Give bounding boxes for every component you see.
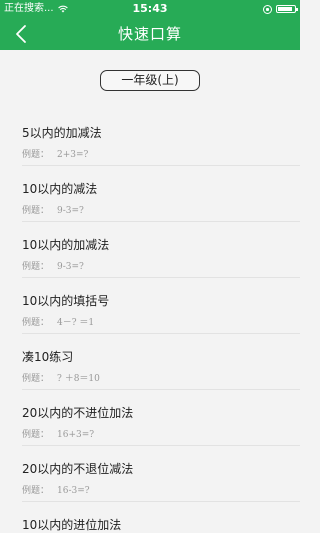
battery-fill bbox=[278, 7, 293, 11]
exercise-title: 10以内的加减法 bbox=[22, 238, 110, 252]
example-value: 16+3=? bbox=[57, 430, 95, 440]
example-value: 16-3=? bbox=[57, 486, 90, 496]
nav-bar: 快速口算 bbox=[0, 18, 300, 50]
exercise-example: 例题： 9-3=? bbox=[22, 259, 84, 272]
example-label: 例题： bbox=[22, 150, 50, 160]
example-label: 例题： bbox=[22, 486, 50, 496]
grade-area: 一年级(上) bbox=[0, 50, 300, 110]
status-time: 15:43 bbox=[132, 2, 168, 15]
list-item[interactable]: 5以内的加减法例题： 2+3=? bbox=[22, 110, 300, 166]
exercise-title: 20以内的不进位加法 bbox=[22, 406, 134, 420]
exercise-example: 例题： 4－? ＝1 bbox=[22, 315, 94, 328]
back-chevron-icon[interactable] bbox=[10, 22, 34, 46]
orientation-lock-icon bbox=[263, 4, 272, 14]
example-label: 例题： bbox=[22, 430, 50, 440]
example-label: 例题： bbox=[22, 262, 50, 272]
exercise-example: 例题： 16+3=? bbox=[22, 427, 94, 440]
list-item[interactable]: 10以内的加减法例题： 9-3=? bbox=[22, 222, 300, 278]
exercise-example: 例题： 2+3=? bbox=[22, 147, 88, 160]
example-value: 4－? ＝1 bbox=[57, 318, 95, 328]
list-item[interactable]: 20以内的不退位减法例题： 16-3=? bbox=[22, 446, 300, 502]
example-label: 例题： bbox=[22, 318, 50, 328]
battery-icon bbox=[276, 5, 298, 13]
app-screen: 正在搜索... 15:43 快速口算 一年级(上) 5以内的加减法例题： 2+3=… bbox=[0, 0, 300, 533]
exercise-title: 10以内的填括号 bbox=[22, 294, 110, 308]
exercise-title: 5以内的加减法 bbox=[22, 126, 102, 140]
page-title: 快速口算 bbox=[117, 25, 182, 43]
list-item[interactable]: 20以内的不进位加法例题： 16+3=? bbox=[22, 390, 300, 446]
exercise-example: 例题： 9-3=? bbox=[22, 203, 84, 216]
list-item[interactable]: 10以内的减法例题： 9-3=? bbox=[22, 166, 300, 222]
exercise-example: 例题： 16-3=? bbox=[22, 483, 90, 496]
list-item[interactable]: 10以内的填括号例题： 4－? ＝1 bbox=[22, 278, 300, 334]
exercise-example: 例题： ? ＋8＝10 bbox=[22, 371, 100, 384]
list-item[interactable]: 10以内的进位加法 bbox=[22, 502, 300, 533]
example-value: ? ＋8＝10 bbox=[57, 374, 100, 384]
status-right bbox=[263, 0, 298, 18]
example-value: 2+3=? bbox=[57, 150, 89, 160]
status-bar: 正在搜索... 15:43 bbox=[0, 0, 300, 18]
exercise-title: 10以内的进位加法 bbox=[22, 518, 122, 532]
exercise-title: 10以内的减法 bbox=[22, 182, 98, 196]
exercise-list: 5以内的加减法 例题： 2+3=? 10以内的减法 例题： 9-3=? 10以内的加减法 例题… bbox=[0, 110, 300, 533]
grade-selector-button[interactable]: 一年级(上) bbox=[100, 70, 200, 91]
list-item[interactable]: 凑10练习例题： ? ＋8＝10 bbox=[22, 334, 300, 390]
exercise-title: 凑10练习 bbox=[22, 350, 74, 364]
exercise-title: 20以内的不退位减法 bbox=[22, 462, 134, 476]
example-label: 例题： bbox=[22, 374, 50, 384]
example-label: 例题： bbox=[22, 206, 50, 216]
example-value: 9-3=? bbox=[57, 262, 84, 272]
example-value: 9-3=? bbox=[57, 206, 84, 216]
